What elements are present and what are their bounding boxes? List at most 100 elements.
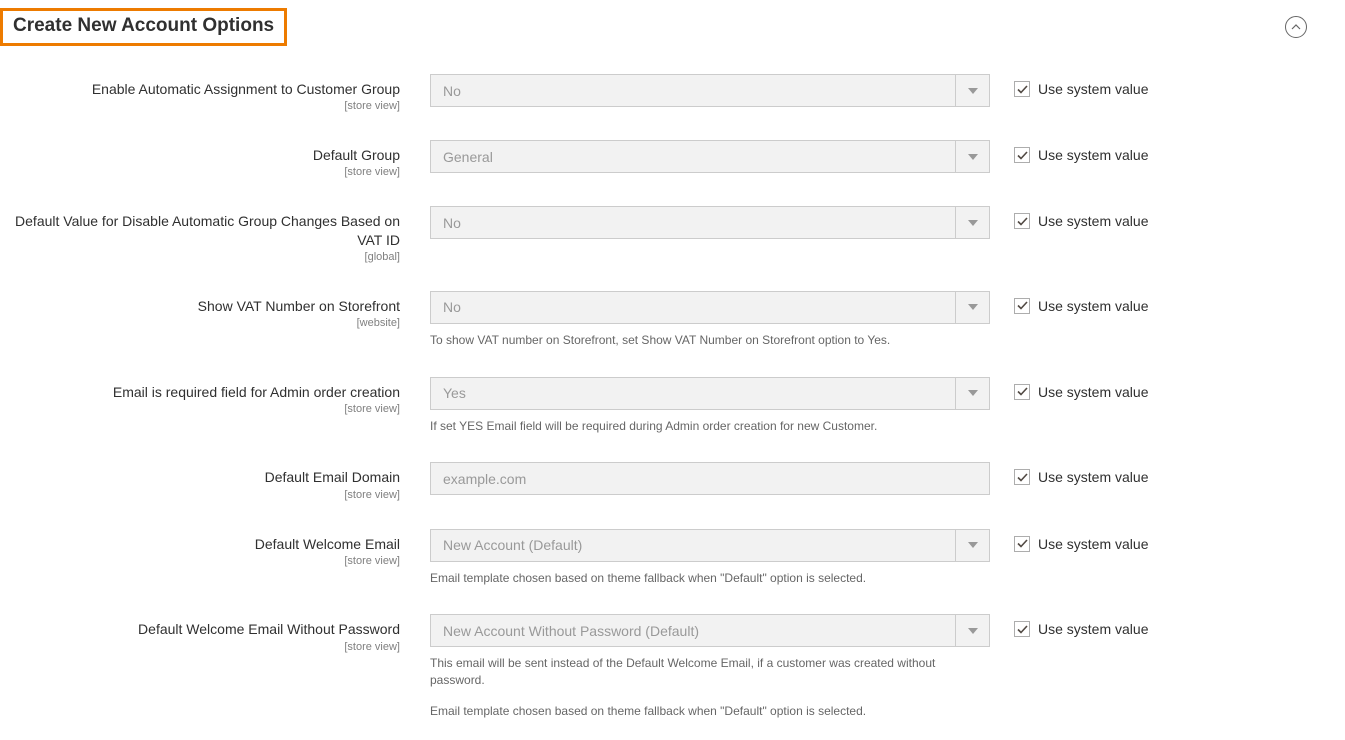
chevron-down-icon bbox=[955, 530, 989, 561]
select-value: New Account Without Password (Default) bbox=[431, 623, 955, 639]
use-system-label[interactable]: Use system value bbox=[1038, 384, 1148, 400]
use-system-checkbox[interactable] bbox=[1014, 213, 1030, 229]
chevron-down-icon bbox=[955, 615, 989, 646]
fields-container: Enable Automatic Assignment to Customer … bbox=[0, 54, 1345, 740]
chevron-down-icon bbox=[955, 141, 989, 172]
field-row: Default Welcome Email Without Password [… bbox=[0, 614, 1315, 719]
select-input[interactable]: New Account (Default) bbox=[430, 529, 990, 562]
field-row: Default Value for Disable Automatic Grou… bbox=[0, 206, 1315, 262]
field-scope: [store view] bbox=[0, 100, 400, 112]
field-control-col bbox=[430, 462, 990, 495]
select-input[interactable]: General bbox=[430, 140, 990, 173]
chevron-down-icon bbox=[955, 378, 989, 409]
check-icon bbox=[1017, 84, 1028, 95]
field-label: Default Welcome Email bbox=[255, 536, 400, 552]
use-system-checkbox[interactable] bbox=[1014, 298, 1030, 314]
use-system-checkbox[interactable] bbox=[1014, 469, 1030, 485]
field-label-col: Default Welcome Email Without Password [… bbox=[0, 614, 430, 652]
check-icon bbox=[1017, 300, 1028, 311]
use-system-checkbox[interactable] bbox=[1014, 147, 1030, 163]
field-label-col: Enable Automatic Assignment to Customer … bbox=[0, 74, 430, 112]
field-note: To show VAT number on Storefront, set Sh… bbox=[430, 332, 990, 349]
field-control-col: No bbox=[430, 206, 990, 239]
field-scope: [store view] bbox=[0, 166, 400, 178]
field-row: Email is required field for Admin order … bbox=[0, 377, 1315, 435]
field-scope: [website] bbox=[0, 317, 400, 329]
check-icon bbox=[1017, 472, 1028, 483]
field-scope: [global] bbox=[0, 251, 400, 263]
field-row: Enable Automatic Assignment to Customer … bbox=[0, 74, 1315, 112]
field-label: Show VAT Number on Storefront bbox=[198, 298, 400, 314]
field-label-col: Default Welcome Email [store view] bbox=[0, 529, 430, 567]
field-note: Email template chosen based on theme fal… bbox=[430, 570, 990, 587]
field-row: Default Group [store view] General Use s… bbox=[0, 140, 1315, 178]
field-row: Default Email Domain [store view] Use sy… bbox=[0, 462, 1315, 500]
use-system-col: Use system value bbox=[990, 614, 1148, 637]
field-label-col: Default Value for Disable Automatic Grou… bbox=[0, 206, 430, 262]
field-note-2: Email template chosen based on theme fal… bbox=[430, 703, 990, 720]
select-input[interactable]: No bbox=[430, 291, 990, 324]
select-input[interactable]: New Account Without Password (Default) bbox=[430, 614, 990, 647]
use-system-checkbox[interactable] bbox=[1014, 536, 1030, 552]
use-system-col: Use system value bbox=[990, 206, 1148, 229]
field-label: Default Welcome Email Without Password bbox=[138, 621, 400, 637]
field-label: Default Group bbox=[313, 147, 400, 163]
chevron-down-icon bbox=[955, 75, 989, 106]
select-value: General bbox=[431, 149, 955, 165]
field-note: If set YES Email field will be required … bbox=[430, 418, 990, 435]
use-system-col: Use system value bbox=[990, 74, 1148, 97]
use-system-label[interactable]: Use system value bbox=[1038, 469, 1148, 485]
field-scope: [store view] bbox=[0, 489, 400, 501]
chevron-up-icon bbox=[1291, 22, 1301, 32]
field-scope: [store view] bbox=[0, 641, 400, 653]
field-row: Show VAT Number on Storefront [website] … bbox=[0, 291, 1315, 349]
select-value: Yes bbox=[431, 385, 955, 401]
select-value: No bbox=[431, 83, 955, 99]
use-system-checkbox[interactable] bbox=[1014, 81, 1030, 97]
use-system-col: Use system value bbox=[990, 462, 1148, 485]
field-control-col: General bbox=[430, 140, 990, 173]
field-control-col: No To show VAT number on Storefront, set… bbox=[430, 291, 990, 349]
field-label: Email is required field for Admin order … bbox=[113, 384, 400, 400]
section-header: Create New Account Options bbox=[0, 0, 1345, 54]
field-label-col: Show VAT Number on Storefront [website] bbox=[0, 291, 430, 329]
field-scope: [store view] bbox=[0, 555, 400, 567]
field-label-col: Default Group [store view] bbox=[0, 140, 430, 178]
text-input[interactable] bbox=[430, 462, 990, 495]
check-icon bbox=[1017, 216, 1028, 227]
select-input[interactable]: No bbox=[430, 74, 990, 107]
use-system-label[interactable]: Use system value bbox=[1038, 81, 1148, 97]
use-system-checkbox[interactable] bbox=[1014, 621, 1030, 637]
collapse-toggle[interactable] bbox=[1285, 16, 1307, 38]
check-icon bbox=[1017, 150, 1028, 161]
use-system-label[interactable]: Use system value bbox=[1038, 536, 1148, 552]
field-label: Default Email Domain bbox=[265, 469, 400, 485]
select-input[interactable]: No bbox=[430, 206, 990, 239]
select-input[interactable]: Yes bbox=[430, 377, 990, 410]
check-icon bbox=[1017, 538, 1028, 549]
use-system-label[interactable]: Use system value bbox=[1038, 298, 1148, 314]
use-system-label[interactable]: Use system value bbox=[1038, 147, 1148, 163]
field-control-col: Yes If set YES Email field will be requi… bbox=[430, 377, 990, 435]
field-control-col: New Account Without Password (Default) T… bbox=[430, 614, 990, 719]
field-label-col: Default Email Domain [store view] bbox=[0, 462, 430, 500]
field-label-col: Email is required field for Admin order … bbox=[0, 377, 430, 415]
use-system-label[interactable]: Use system value bbox=[1038, 213, 1148, 229]
check-icon bbox=[1017, 386, 1028, 397]
field-note: This email will be sent instead of the D… bbox=[430, 655, 990, 689]
field-row: Default Welcome Email [store view] New A… bbox=[0, 529, 1315, 587]
use-system-label[interactable]: Use system value bbox=[1038, 621, 1148, 637]
section-title: Create New Account Options bbox=[13, 15, 274, 36]
use-system-checkbox[interactable] bbox=[1014, 384, 1030, 400]
use-system-col: Use system value bbox=[990, 377, 1148, 400]
chevron-down-icon bbox=[955, 207, 989, 238]
field-label: Default Value for Disable Automatic Grou… bbox=[15, 213, 400, 247]
check-icon bbox=[1017, 624, 1028, 635]
select-value: No bbox=[431, 215, 955, 231]
select-value: No bbox=[431, 299, 955, 315]
use-system-col: Use system value bbox=[990, 291, 1148, 314]
section-title-highlight: Create New Account Options bbox=[0, 8, 287, 46]
use-system-col: Use system value bbox=[990, 529, 1148, 552]
field-control-col: No bbox=[430, 74, 990, 107]
select-value: New Account (Default) bbox=[431, 537, 955, 553]
